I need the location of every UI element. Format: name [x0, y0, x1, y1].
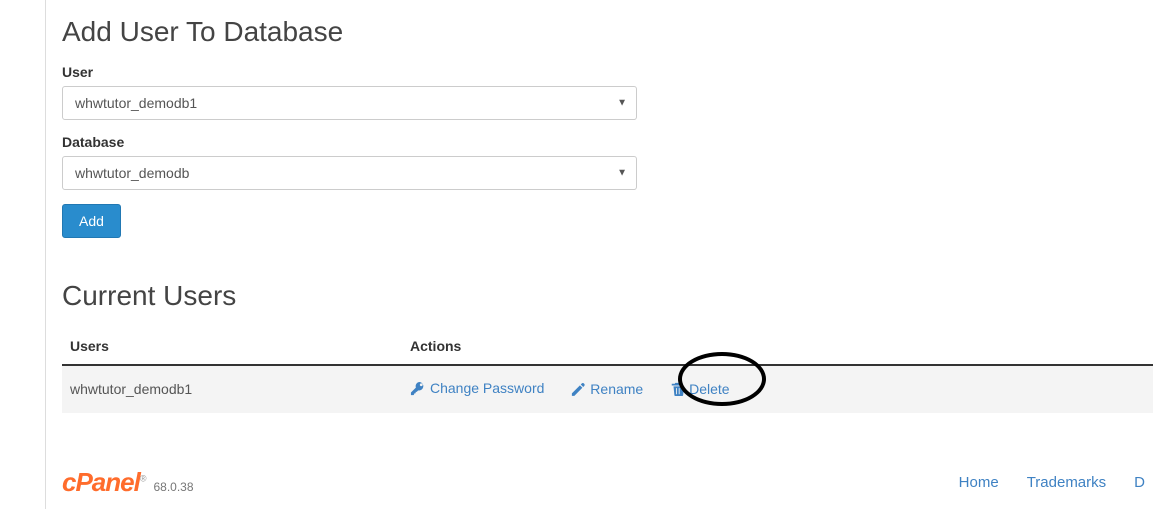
user-select[interactable]: whwtutor_demodb1: [62, 86, 637, 120]
column-header-users: Users: [62, 328, 402, 365]
table-row: whwtutor_demodb1 Change Password: [62, 365, 1153, 413]
user-cell: whwtutor_demodb1: [62, 365, 402, 413]
change-password-label: Change Password: [430, 380, 544, 396]
column-header-actions: Actions: [402, 328, 1153, 365]
actions-cell: Change Password Rename: [402, 365, 1153, 413]
add-button[interactable]: Add: [62, 204, 121, 238]
delete-link[interactable]: Delete: [669, 381, 729, 397]
add-user-heading: Add User To Database: [62, 16, 1153, 48]
version-text: 68.0.38: [153, 480, 193, 494]
user-label: User: [62, 64, 1153, 80]
rename-link[interactable]: Rename: [570, 381, 643, 397]
footer-home-link[interactable]: Home: [959, 474, 999, 491]
database-select[interactable]: whwtutor_demodb: [62, 156, 637, 190]
database-label: Database: [62, 134, 1153, 150]
change-password-link[interactable]: Change Password: [410, 380, 544, 396]
key-icon: [410, 381, 425, 396]
cpanel-logo: cPanel®: [62, 467, 145, 498]
pencil-icon: [570, 381, 585, 396]
delete-label: Delete: [689, 381, 729, 397]
left-gutter: [0, 0, 46, 509]
users-table: Users Actions whwtutor_demodb1 Change P: [62, 328, 1153, 413]
trash-icon: [669, 381, 684, 396]
footer-docs-link[interactable]: D: [1134, 474, 1145, 491]
footer-trademarks-link[interactable]: Trademarks: [1027, 474, 1106, 491]
current-users-heading: Current Users: [62, 280, 1153, 312]
rename-label: Rename: [590, 381, 643, 397]
